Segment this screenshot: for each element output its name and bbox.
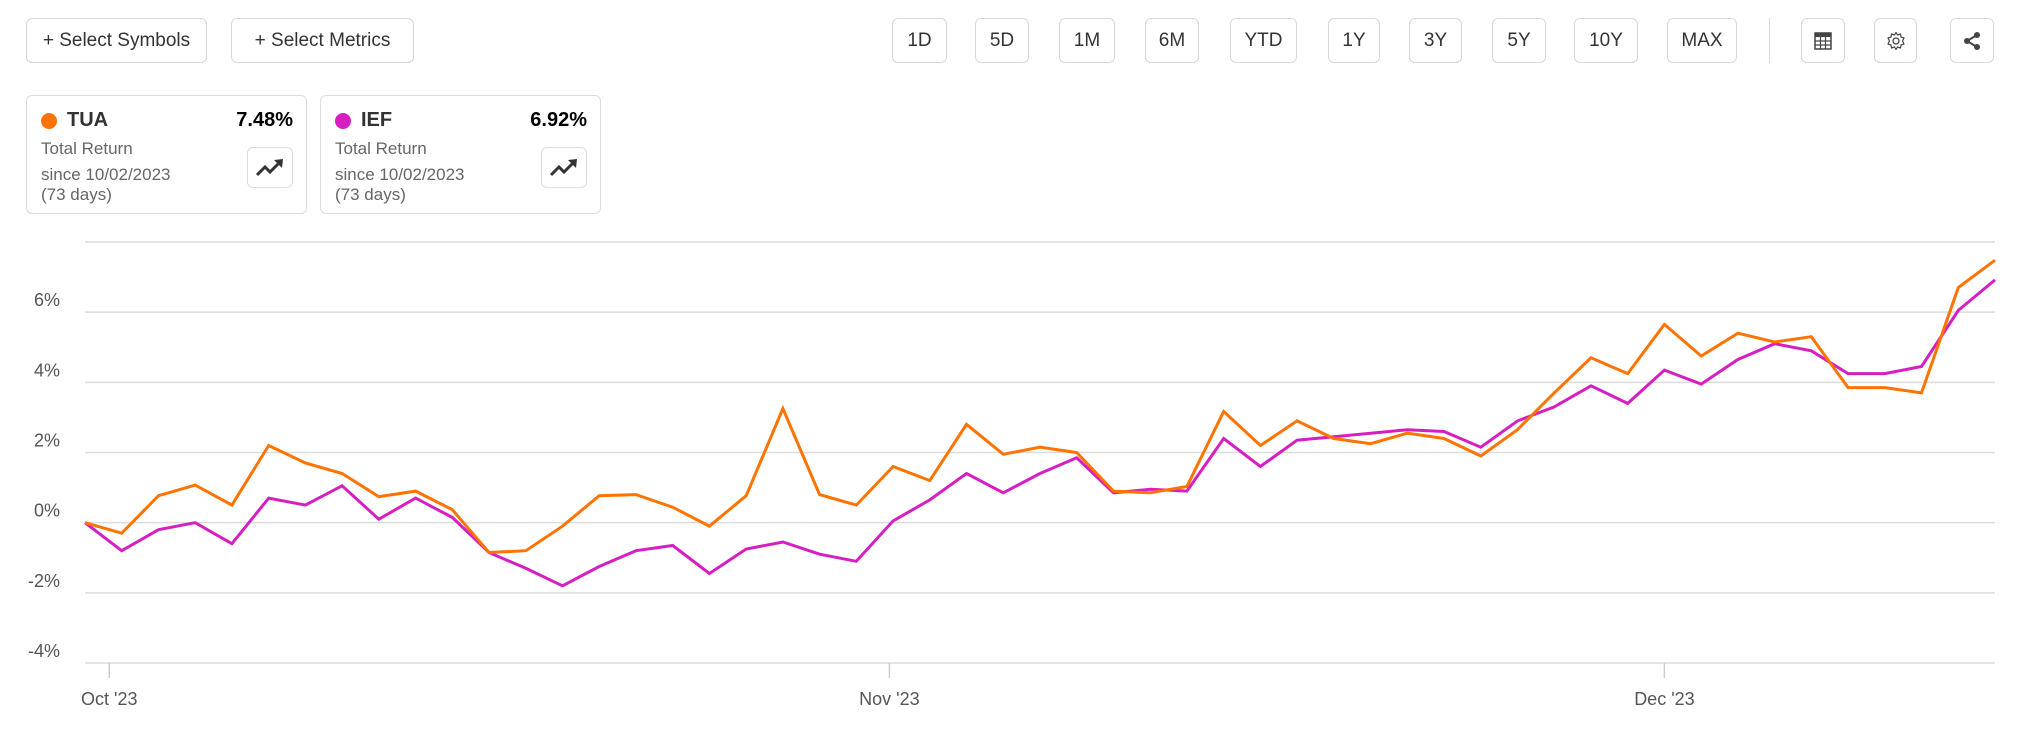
table-icon — [1814, 31, 1832, 50]
period-3y-button[interactable]: 3Y — [1409, 18, 1462, 63]
series-line-ief — [84, 278, 1996, 588]
select-metrics-button[interactable]: + Select Metrics — [231, 18, 414, 63]
x-tick-label: Nov '23 — [859, 689, 919, 709]
ief-color-dot — [335, 113, 351, 129]
table-view-button[interactable] — [1801, 18, 1845, 63]
gear-icon — [1886, 31, 1905, 50]
symbol-card-ief: IEF 6.92% Total Return since 10/02/2023 … — [320, 95, 601, 214]
y-tick-label: 2% — [34, 431, 60, 451]
tua-color-dot — [41, 113, 57, 129]
period-5d-button[interactable]: 5D — [975, 18, 1029, 63]
trending-up-icon — [255, 158, 283, 176]
y-tick-label: -2% — [28, 571, 60, 591]
y-tick-label: -4% — [28, 641, 60, 661]
card-days: (73 days) — [335, 185, 406, 204]
symbol-card-tua: TUA 7.48% Total Return since 10/02/2023 … — [26, 95, 307, 214]
card-return-value: 6.92% — [530, 109, 587, 131]
trend-button[interactable] — [247, 147, 293, 188]
share-button[interactable] — [1950, 18, 1994, 63]
y-tick-label: 4% — [34, 360, 60, 380]
period-5y-button[interactable]: 5Y — [1492, 18, 1546, 63]
y-tick-label: 6% — [34, 290, 60, 310]
period-max-button[interactable]: MAX — [1667, 18, 1737, 63]
series-line-tua — [84, 258, 1996, 555]
card-metric: Total Return — [335, 139, 427, 158]
period-1m-button[interactable]: 1M — [1059, 18, 1115, 63]
period-1y-button[interactable]: 1Y — [1328, 18, 1380, 63]
x-tick-label: Oct '23 — [81, 689, 137, 709]
toolbar-divider — [1769, 18, 1770, 63]
period-10y-button[interactable]: 10Y — [1574, 18, 1638, 63]
card-ticker: TUA — [67, 109, 109, 131]
period-1d-button[interactable]: 1D — [892, 18, 947, 63]
card-days: (73 days) — [41, 185, 112, 204]
card-since: since 10/02/2023 — [41, 165, 171, 184]
trend-button[interactable] — [541, 147, 587, 188]
card-ticker: IEF — [361, 109, 393, 131]
card-since: since 10/02/2023 — [335, 165, 465, 184]
period-6m-button[interactable]: 6M — [1145, 18, 1199, 63]
share-icon — [1964, 31, 1980, 50]
trending-up-icon — [549, 158, 577, 176]
card-metric: Total Return — [41, 139, 133, 158]
y-tick-label: 0% — [34, 501, 60, 521]
x-tick-label: Dec '23 — [1634, 689, 1694, 709]
period-ytd-button[interactable]: YTD — [1230, 18, 1297, 63]
card-return-value: 7.48% — [236, 109, 293, 131]
settings-button[interactable] — [1874, 18, 1917, 63]
select-symbols-button[interactable]: + Select Symbols — [26, 18, 207, 63]
